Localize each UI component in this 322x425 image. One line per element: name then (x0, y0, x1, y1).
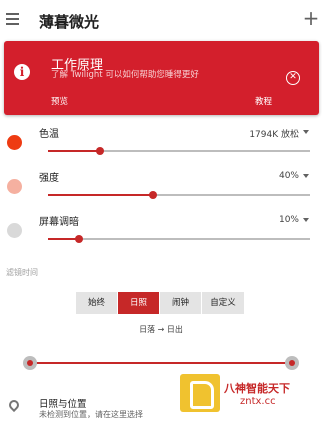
color-temperature-row: 色温 1794K 放松 (0, 119, 322, 163)
slider-thumb[interactable] (96, 147, 105, 155)
mode-sun-tab[interactable]: 日照 (118, 292, 160, 314)
info-icon: i (14, 64, 30, 80)
intensity-dropdown[interactable]: 40% (279, 171, 299, 181)
how-it-works-banner: i 工作原理 了解 Twilight 可以如何帮助您睡得更好 ✕ 预览 教程 (4, 41, 319, 115)
time-range-slider[interactable] (23, 356, 299, 370)
intensity-row: 强度 40% (0, 163, 322, 207)
banner-subtitle: 了解 Twilight 可以如何帮助您睡得更好 (51, 70, 199, 80)
preview-button[interactable]: 预览 (51, 95, 68, 107)
watermark-logo (180, 374, 220, 412)
time-range-text: 日落 → 日出 (139, 325, 183, 334)
chevron-down-icon[interactable] (303, 174, 309, 178)
mode-always-tab[interactable]: 始终 (76, 292, 118, 314)
app-title: 薄暮微光 (39, 13, 100, 31)
tutorial-button[interactable]: 教程 (255, 95, 272, 107)
filter-time-section-label: 滤镜时间 (6, 268, 38, 277)
mode-alarm-tab[interactable]: 闹钟 (160, 292, 202, 314)
screen-dim-slider[interactable] (48, 235, 310, 243)
screen-dim-dropdown[interactable]: 10% (279, 215, 299, 225)
location-subtitle: 未检测到位置，请在这里选择 (39, 410, 143, 419)
color-temperature-slider[interactable] (48, 147, 310, 155)
color-temperature-label: 色温 (39, 129, 59, 140)
intensity-slider[interactable] (48, 191, 310, 199)
range-start-handle[interactable] (23, 356, 37, 370)
watermark-site: zntx.cc (240, 396, 276, 407)
chevron-down-icon[interactable] (303, 130, 309, 134)
intensity-swatch (7, 179, 22, 194)
chevron-down-icon[interactable] (303, 218, 309, 222)
location-pin-icon (6, 397, 22, 413)
watermark: 八神智能天下 zntx.cc (180, 374, 315, 412)
watermark-title: 八神智能天下 (224, 382, 290, 395)
slider-thumb[interactable] (75, 235, 84, 243)
app-bar: 薄暮微光 + (0, 0, 322, 40)
close-icon[interactable]: ✕ (286, 71, 300, 85)
slider-fill (48, 194, 153, 196)
plus-icon[interactable]: + (301, 7, 321, 29)
hamburger-menu-icon[interactable] (6, 13, 19, 25)
screen-dim-swatch (7, 223, 22, 238)
screen-dim-row: 屏幕调暗 10% (0, 207, 322, 251)
slider-thumb[interactable] (148, 191, 157, 199)
slider-fill (48, 150, 101, 152)
filter-time-mode-selector: 始终 日照 闹钟 自定义 (76, 292, 244, 314)
location-title: 日照与位置 (39, 399, 87, 410)
intensity-label: 强度 (39, 173, 59, 184)
screen-dim-label: 屏幕调暗 (39, 217, 79, 228)
color-temperature-swatch (7, 135, 22, 150)
color-temperature-dropdown[interactable]: 1794K 放松 (249, 127, 299, 140)
range-end-handle[interactable] (285, 356, 299, 370)
mode-custom-tab[interactable]: 自定义 (202, 292, 244, 314)
